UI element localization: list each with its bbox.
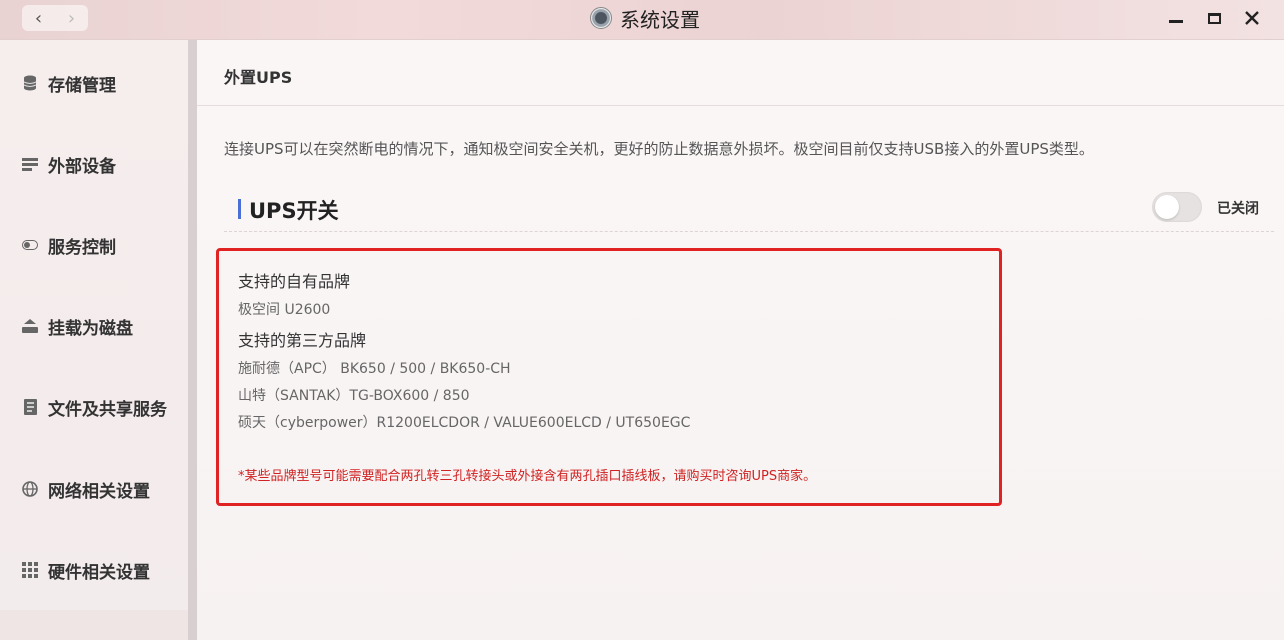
sidebar-item-external-devices[interactable]: 外部设备 — [22, 149, 116, 179]
sidebar-item-label: 外部设备 — [48, 156, 116, 177]
section-accent-bar — [238, 199, 241, 219]
section-divider — [224, 231, 1274, 232]
sidebar-item-network[interactable]: 网络相关设置 — [22, 474, 150, 504]
sidebar-item-file-share[interactable]: 文件及共享服务 — [22, 392, 167, 422]
window-controls — [1166, 6, 1262, 30]
third-party-item-apc: 施耐德（APC） BK650 / 500 / BK650-CH — [238, 361, 511, 377]
toggle-status-label: 已关闭 — [1217, 201, 1259, 217]
database-icon — [22, 75, 38, 91]
close-button[interactable] — [1242, 6, 1262, 30]
window-title-group: 系统设置 — [590, 4, 700, 32]
minimize-icon — [1169, 19, 1183, 23]
device-icon — [22, 156, 38, 172]
ups-toggle-switch[interactable] — [1152, 192, 1202, 222]
sidebar-item-label: 服务控制 — [48, 237, 116, 258]
ups-description: 连接UPS可以在突然断电的情况下，通知极空间安全关机，更好的防止数据意外损坏。极… — [224, 140, 1094, 158]
disk-mount-icon — [22, 318, 38, 334]
supported-brands-box: 支持的自有品牌 极空间 U2600 支持的第三方品牌 施耐德（APC） BK65… — [216, 248, 1002, 506]
toggle-knob — [1155, 195, 1179, 219]
sidebar-scrollbar[interactable] — [188, 40, 197, 640]
grid-icon — [22, 562, 38, 578]
close-icon — [1245, 11, 1259, 25]
back-button[interactable]: ‹ — [22, 5, 55, 31]
sidebar: 存储管理 外部设备 服务控制 挂载为磁盘 文件及共享服务 网络相关设置 硬件相关… — [0, 40, 188, 640]
own-brand-item: 极空间 U2600 — [238, 302, 331, 318]
forward-button[interactable]: › — [55, 5, 88, 31]
page-header: 外置UPS — [197, 40, 1284, 106]
sidebar-item-mount-disk[interactable]: 挂载为磁盘 — [22, 311, 133, 341]
sidebar-item-storage[interactable]: 存储管理 — [22, 68, 116, 98]
nav-buttons: ‹ › — [22, 5, 88, 31]
minimize-button[interactable] — [1166, 6, 1186, 30]
third-party-heading: 支持的第三方品牌 — [238, 331, 367, 350]
chevron-right-icon: › — [67, 7, 76, 29]
sidebar-item-label: 硬件相关设置 — [48, 562, 150, 583]
sidebar-item-hardware[interactable]: 硬件相关设置 — [22, 555, 150, 585]
main-panel: 外置UPS 连接UPS可以在突然断电的情况下，通知极空间安全关机，更好的防止数据… — [197, 40, 1284, 640]
app-logo-icon — [590, 7, 612, 29]
toggle-icon — [22, 237, 38, 253]
sidebar-item-label: 网络相关设置 — [48, 481, 150, 502]
sidebar-item-service-control[interactable]: 服务控制 — [22, 230, 116, 260]
maximize-icon — [1207, 12, 1221, 24]
globe-icon — [22, 481, 38, 497]
sidebar-item-label: 挂载为磁盘 — [48, 318, 133, 339]
title-bar: ‹ › 系统设置 — [0, 0, 1284, 40]
third-party-item-santak: 山特（SANTAK）TG-BOX600 / 850 — [238, 388, 470, 404]
file-share-icon — [22, 399, 38, 415]
section-title: UPS开关 — [249, 199, 339, 223]
chevron-left-icon: ‹ — [34, 7, 43, 29]
compatibility-note: *某些品牌型号可能需要配合两孔转三孔转接头或外接含有两孔插口插线板，请购买时咨询… — [238, 469, 817, 484]
maximize-button[interactable] — [1204, 6, 1224, 30]
sidebar-item-partial[interactable] — [0, 610, 188, 640]
own-brand-heading: 支持的自有品牌 — [238, 272, 351, 291]
third-party-item-cyberpower: 硕天（cyberpower）R1200ELCDOR / VALUE600ELCD… — [238, 415, 691, 431]
page-title: 外置UPS — [224, 68, 293, 87]
sidebar-item-label: 文件及共享服务 — [48, 399, 167, 420]
window-title: 系统设置 — [620, 7, 700, 32]
sidebar-item-label: 存储管理 — [48, 75, 116, 96]
